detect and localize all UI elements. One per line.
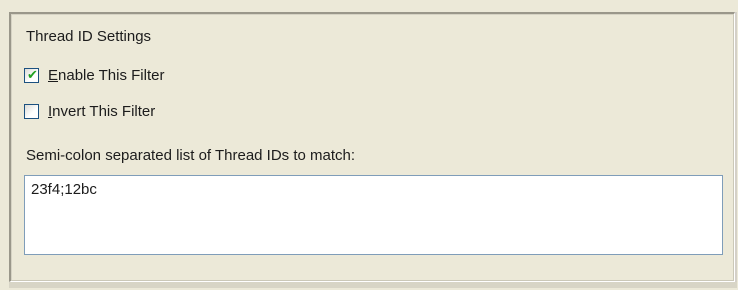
invert-filter-label[interactable]: Invert This Filter (48, 103, 155, 120)
enable-filter-checkbox[interactable]: ✔ (24, 66, 39, 83)
thread-ids-label: Semi-colon separated list of Thread IDs … (26, 147, 356, 164)
enable-filter-checkbox-row[interactable]: ✔ Enable This Filter (24, 65, 164, 85)
invert-filter-checkbox[interactable] (24, 103, 39, 119)
checkmark-icon: ✔ (27, 66, 38, 82)
thread-id-settings-window: Thread ID Settings ✔ Enable This Filter … (0, 0, 738, 290)
invert-filter-checkbox-row[interactable]: Invert This Filter (24, 101, 155, 121)
group-title: Thread ID Settings (26, 28, 152, 45)
enable-filter-label[interactable]: Enable This Filter (48, 67, 164, 84)
thread-ids-input[interactable]: 23f4;12bc (24, 175, 723, 255)
